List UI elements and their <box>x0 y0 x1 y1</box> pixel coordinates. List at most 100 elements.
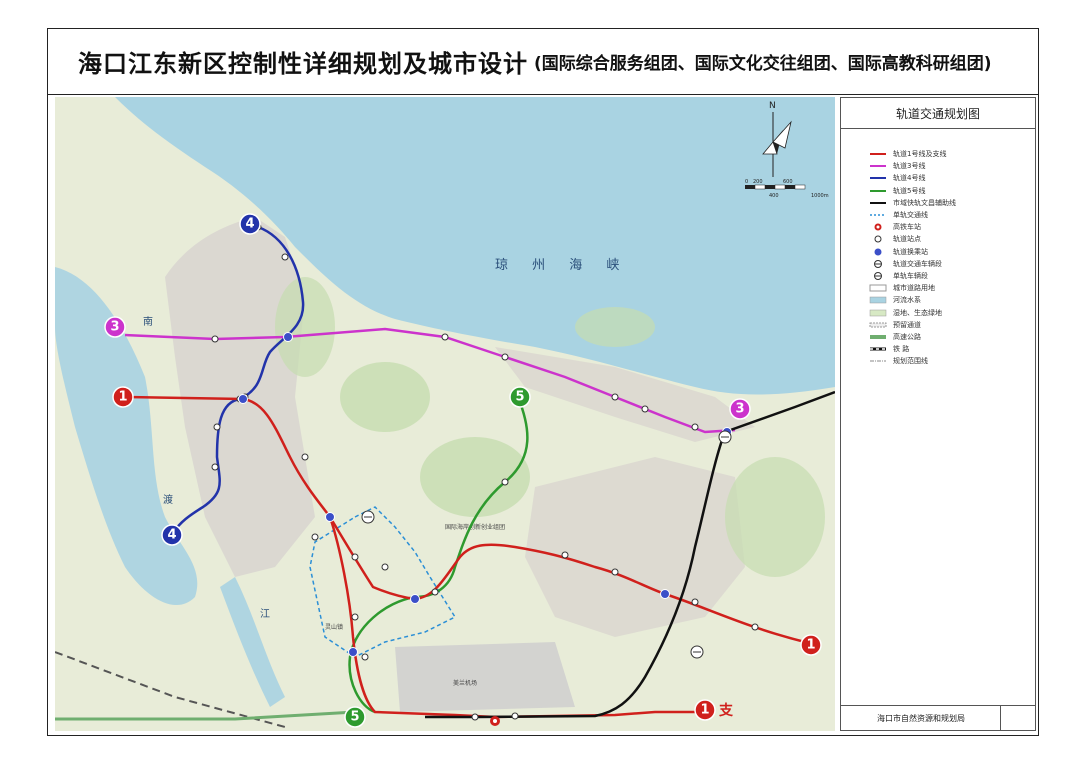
map-station[interactable] <box>213 423 221 431</box>
map-svg: 琼 州 海 峡 N 0 200 400 600 1000m 国际海岸创新创业组团… <box>55 97 835 728</box>
legend-item: 预留通道 <box>869 319 1034 331</box>
line-badge-line3b[interactable]: 3 <box>729 398 751 420</box>
map-transfer-station[interactable] <box>348 647 358 657</box>
legend-item-label: 轨道站点 <box>893 235 921 244</box>
legend-item-label: 轨道1号线及支线 <box>893 150 947 159</box>
map-station[interactable] <box>211 335 219 343</box>
map-station[interactable] <box>431 588 439 596</box>
depot-icon <box>690 645 704 659</box>
map-transfer-station[interactable] <box>325 512 335 522</box>
scale-label-4: 1000m <box>811 193 829 199</box>
depot-icon <box>718 430 732 444</box>
svg-text:3: 3 <box>735 402 744 417</box>
map-station[interactable] <box>691 598 699 606</box>
legend-item-label: 规划范围线 <box>893 357 928 366</box>
legend-item-label: 市域快轨文昌辅助线 <box>893 198 956 207</box>
map-station[interactable] <box>641 405 649 413</box>
map-transfer-station[interactable] <box>283 332 293 342</box>
page-subtitle: (国际综合服务组团、国际文化交往组团、国际高教科研组团) <box>534 54 992 74</box>
scale-label-2: 400 <box>769 193 779 199</box>
legend-item: 市域快轨文昌辅助线 <box>869 197 1034 209</box>
legend-item: 轨道5号线 <box>869 185 1034 197</box>
area-label-nan: 南 <box>143 315 153 328</box>
scale-label-3: 600 <box>783 179 793 185</box>
map-transfer-station[interactable] <box>410 594 420 604</box>
legend-item: 规划范围线 <box>869 355 1034 367</box>
legend-symbol-fill-icon <box>869 308 887 318</box>
map-station[interactable] <box>441 333 449 341</box>
line-badge-line1_branch[interactable]: 1支 <box>694 699 734 721</box>
south-river <box>220 577 285 707</box>
line-badge-line3[interactable]: 3 <box>104 316 126 338</box>
map-station[interactable] <box>561 551 569 559</box>
area-label-du: 渡 <box>163 493 173 506</box>
map-station[interactable] <box>471 713 479 721</box>
map-station[interactable] <box>751 623 759 631</box>
title-bar: 海口江东新区控制性详细规划及城市设计 (国际综合服务组团、国际文化交往组团、国际… <box>48 29 1038 95</box>
legend-item-label: 高铁车站 <box>893 223 921 232</box>
map-station[interactable] <box>351 553 359 561</box>
svg-text:4: 4 <box>245 217 254 232</box>
legend-symbol-depot-icon <box>869 271 887 281</box>
legend-item: 轨道4号线 <box>869 172 1034 184</box>
map-station[interactable] <box>211 463 219 471</box>
map-station[interactable] <box>361 653 369 661</box>
map-station[interactable] <box>501 353 509 361</box>
line-badge-line4[interactable]: 4 <box>239 213 261 235</box>
map-station[interactable] <box>351 613 359 621</box>
legend-footer-label: 海口市自然资源和规划局 <box>877 713 965 723</box>
map-frame: 海口江东新区控制性详细规划及城市设计 (国际综合服务组团、国际文化交往组团、国际… <box>47 28 1039 736</box>
area-label-jiang: 江 <box>260 608 270 620</box>
legend-symbol-station-icon <box>869 234 887 244</box>
map-station[interactable] <box>301 453 309 461</box>
legend-item-label: 轨道交通车辆段 <box>893 259 942 268</box>
legend-symbol-line-icon <box>869 161 887 171</box>
legend-item-label: 单轨交通线 <box>893 211 928 220</box>
line-badge-line1[interactable]: 1 <box>112 386 134 408</box>
svg-text:支: 支 <box>718 702 734 719</box>
svg-text:4: 4 <box>167 528 176 543</box>
legend-item: 轨道交通车辆段 <box>869 258 1034 270</box>
airport-area <box>395 642 575 712</box>
high-speed-rail-station-icon <box>490 716 500 726</box>
legend-item: 轨道换乘站 <box>869 246 1034 258</box>
map-station[interactable] <box>381 563 389 571</box>
area-label-lingshan: 灵山镇 <box>325 623 343 631</box>
line-badge-line1b[interactable]: 1 <box>800 634 822 656</box>
legend-symbol-railway-icon <box>869 344 887 354</box>
map-canvas[interactable]: 琼 州 海 峡 N 0 200 400 600 1000m 国际海岸创新创业组团… <box>55 97 835 731</box>
line-badge-line5[interactable]: 5 <box>509 386 531 408</box>
legend-item: 城市道路用地 <box>869 282 1034 294</box>
svg-text:1: 1 <box>700 703 709 718</box>
legend-symbol-rail-station-icon <box>869 222 887 232</box>
legend-item-label: 城市道路用地 <box>893 284 935 293</box>
legend-title: 轨道交通规划图 <box>841 98 1035 129</box>
map-station[interactable] <box>611 568 619 576</box>
legend-item: 轨道3号线 <box>869 160 1034 172</box>
legend-item-label: 河流水系 <box>893 296 921 305</box>
legend-footer: 海口市自然资源和规划局 <box>841 705 1035 730</box>
legend-symbol-road-icon <box>869 283 887 293</box>
map-station[interactable] <box>611 393 619 401</box>
map-station[interactable] <box>281 253 289 261</box>
legend-symbol-line-icon <box>869 149 887 159</box>
north-label: N <box>769 101 776 111</box>
map-transfer-station[interactable] <box>660 589 670 599</box>
legend-item: 单轨交通线 <box>869 209 1034 221</box>
map-station[interactable] <box>691 423 699 431</box>
legend-item: 河流水系 <box>869 294 1034 306</box>
legend-item-label: 铁 路 <box>893 345 910 354</box>
map-station[interactable] <box>311 533 319 541</box>
line-badge-line5b[interactable]: 5 <box>344 706 366 728</box>
svg-text:5: 5 <box>350 710 359 725</box>
legend-item: 单轨车辆段 <box>869 270 1034 282</box>
map-station[interactable] <box>501 478 509 486</box>
highway <box>55 710 356 721</box>
legend-item-label: 预留通道 <box>893 320 921 329</box>
legend-footer-box <box>1000 706 1035 730</box>
legend-panel: 轨道交通规划图 轨道1号线及支线 轨道3号线 轨道4号线 轨道5号线 市域快轨文昌辅助线… <box>840 97 1036 731</box>
map-station[interactable] <box>511 712 519 720</box>
map-transfer-station[interactable] <box>238 394 248 404</box>
svg-text:1: 1 <box>806 638 815 653</box>
line-badge-line4b[interactable]: 4 <box>161 524 183 546</box>
